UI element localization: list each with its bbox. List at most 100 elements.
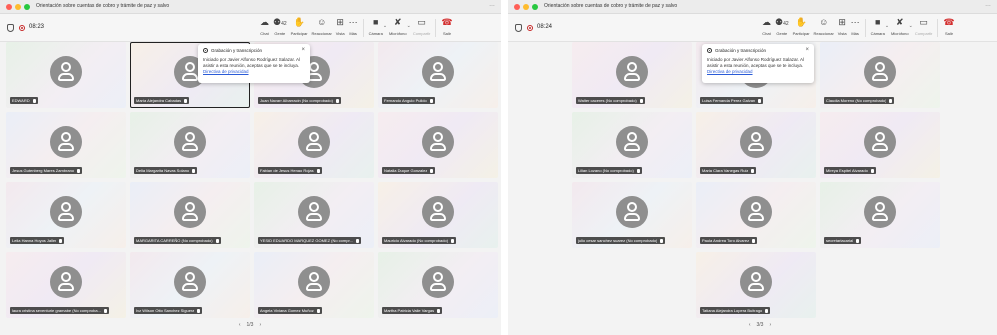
avatar-icon: [864, 55, 896, 88]
avatar-body: [182, 282, 198, 291]
participant-name: YESID EDUARDO MARQUEZ GOMEZ (No compr...: [260, 238, 353, 243]
toolbar-label: Micrófono: [389, 31, 407, 36]
page-indicator: 3/3: [756, 322, 764, 328]
mic-muted-icon: [197, 308, 201, 313]
close-icon[interactable]: ×: [301, 47, 305, 53]
mic-muted-icon: [192, 168, 196, 173]
avatar-body: [430, 72, 446, 81]
avatar-head: [61, 201, 71, 212]
participant-name: MARGARITA CARREÑO (No comprobado): [136, 238, 213, 243]
toolbar-button-participar[interactable]: ✋ Participar: [289, 17, 310, 36]
avatar-body: [182, 72, 198, 81]
participant-tile[interactable]: EDWARD: [6, 42, 126, 108]
minimize-window-button[interactable]: [523, 4, 529, 10]
toolbar-button-reaccionar[interactable]: ☺ Reaccionar: [812, 17, 836, 36]
toolbar-button-gente[interactable]: ⚉42 Gente: [271, 17, 289, 36]
participant-name: Luisa Fernanda Perez Galvan: [702, 98, 756, 103]
avatar-head: [185, 271, 195, 282]
mic-muted-icon: [636, 168, 640, 173]
participant-tile[interactable]: MARGARITA CARREÑO (No comprobado): [130, 182, 250, 248]
participant-tile[interactable]: Paula Andrea Toro Alvarez: [696, 182, 816, 248]
participant-tile[interactable]: Lilian Lozano (No comprobado): [572, 112, 692, 178]
participant-tile[interactable]: Angela Viviana Gomez Muñoz: [254, 252, 374, 318]
zoom-window-button[interactable]: [532, 4, 538, 10]
recording-indicator-icon[interactable]: [19, 25, 25, 31]
toolbar-button-vista[interactable]: ⊞ Vista: [836, 17, 849, 36]
toolbar-label: Vista: [837, 31, 847, 36]
close-window-button[interactable]: [6, 4, 12, 10]
participant-name: Walter caceres (No comprobado): [578, 98, 637, 103]
avatar-icon: [864, 195, 896, 228]
toolbar-button-participar[interactable]: ✋ Participar: [791, 17, 812, 36]
prev-page-button[interactable]: ‹: [749, 322, 751, 328]
participant-tile[interactable]: Ivz Wilson Otto Sanchez Siguera: [130, 252, 250, 318]
participant-tile[interactable]: Jesus Gutenberg Mares Zambrano: [6, 112, 126, 178]
mic-muted-icon: [103, 308, 107, 313]
zoom-window-button[interactable]: [24, 4, 30, 10]
participant-tile[interactable]: secretariacarial: [820, 182, 940, 248]
participant-tile[interactable]: laura cristina seventurie gramabe (No co…: [6, 252, 126, 318]
avatar-body: [872, 142, 888, 151]
participant-tile[interactable]: julio cesar sanchez suarez (No comprobad…: [572, 182, 692, 248]
close-window-button[interactable]: [514, 4, 520, 10]
toolbar-button-chat[interactable]: ☁ Chat: [258, 17, 271, 36]
toolbar-button-gente[interactable]: ⚉42 Gente: [773, 17, 791, 36]
toolbar-button-chat[interactable]: ☁ Chat: [760, 17, 773, 36]
participant-tile[interactable]: Mauricio Alvarado (No comprobado): [378, 182, 498, 248]
minimize-window-button[interactable]: [15, 4, 21, 10]
participant-name-tag: Angela Viviana Gomez Muñoz: [258, 307, 322, 314]
prev-page-button[interactable]: ‹: [239, 322, 241, 328]
participant-tile[interactable]: Delia Margarita Navas Solano: [130, 112, 250, 178]
mic-muted-icon: [184, 98, 188, 103]
participant-tile[interactable]: Natalia Duque Gonzalez: [378, 112, 498, 178]
avatar-body: [872, 72, 888, 81]
toolbar-separator: [937, 19, 939, 37]
raise-hand-icon: ✋: [795, 17, 807, 27]
security-shield-icon[interactable]: [7, 24, 14, 32]
participant-tile[interactable]: Leila Hanna Hoyos Jaller: [6, 182, 126, 248]
toolbar-button-ms[interactable]: ⋯ Más: [347, 17, 360, 36]
close-icon[interactable]: ×: [805, 47, 809, 53]
privacy-policy-link[interactable]: Directiva de privacidad: [707, 69, 753, 74]
participant-tile[interactable]: Tatiana Alejandra Lopera Buitrago: [696, 252, 816, 318]
participant-tile[interactable]: Claudia Moreno (No comprobado): [820, 42, 940, 108]
participant-name: Jesus Gutenberg Mares Zambrano: [12, 168, 75, 173]
participant-tile[interactable]: Mireya Espitel Alvarado: [820, 112, 940, 178]
next-page-button[interactable]: ›: [769, 322, 771, 328]
avatar-icon: [50, 265, 82, 298]
leave-meeting-button[interactable]: ☎ Salir: [439, 17, 454, 36]
toolbar-button-micrfono[interactable]: ✘ Micrófono: [387, 17, 409, 36]
participant-tile[interactable]: Maria Clara Vanegas Ruiz: [696, 112, 816, 178]
participant-tile[interactable]: YESID EDUARDO MARQUEZ GOMEZ (No compr...: [254, 182, 374, 248]
toolbar-button-compartir[interactable]: ▭ Compartir: [913, 17, 935, 36]
avatar-icon: [174, 125, 206, 158]
participant-name-tag: EDWARD: [10, 97, 38, 104]
toolbar-button-reaccionar[interactable]: ☺ Reaccionar: [310, 17, 334, 36]
hangup-icon: ☎: [943, 17, 955, 27]
security-shield-icon[interactable]: [515, 24, 522, 32]
leave-meeting-button[interactable]: ☎ Salir: [941, 17, 956, 36]
participant-name-tag: Luisa Fernanda Perez Galvan: [700, 97, 764, 104]
recording-indicator-icon[interactable]: [527, 25, 533, 31]
participant-tile[interactable]: Martha Patricia Valle Vargas: [378, 252, 498, 318]
participant-tile[interactable]: Fernando Angulo Pulido: [378, 42, 498, 108]
share-icon: ▭: [417, 17, 426, 27]
toolbar-button-compartir[interactable]: ▭ Compartir: [411, 17, 433, 36]
toolbar-button-vista[interactable]: ⊞ Vista: [334, 17, 347, 36]
participant-name-tag: Ivz Wilson Otto Sanchez Siguera: [134, 307, 203, 314]
participant-name: Claudia Moreno (No comprobado): [826, 98, 887, 103]
participant-tile[interactable]: Walter caceres (No comprobado): [572, 42, 692, 108]
next-page-button[interactable]: ›: [259, 322, 261, 328]
privacy-policy-link[interactable]: Directiva de privacidad: [203, 69, 249, 74]
chat-icon: ☁: [762, 17, 771, 27]
ellipsis-icon[interactable]: …: [489, 2, 495, 8]
ellipsis-icon[interactable]: …: [985, 2, 991, 8]
toolbar-label: Compartir: [914, 31, 933, 36]
toolbar-button-micrfono[interactable]: ✘ Micrófono: [889, 17, 911, 36]
participant-name-tag: Walter caceres (No comprobado): [576, 97, 645, 104]
participant-tile[interactable]: Fabian de Jesus Henao Rojas: [254, 112, 374, 178]
raise-hand-icon: ✋: [293, 17, 305, 27]
avatar-head: [433, 61, 443, 72]
chat-icon: ☁: [260, 17, 269, 27]
toolbar-button-ms[interactable]: ⋯ Más: [849, 17, 862, 36]
